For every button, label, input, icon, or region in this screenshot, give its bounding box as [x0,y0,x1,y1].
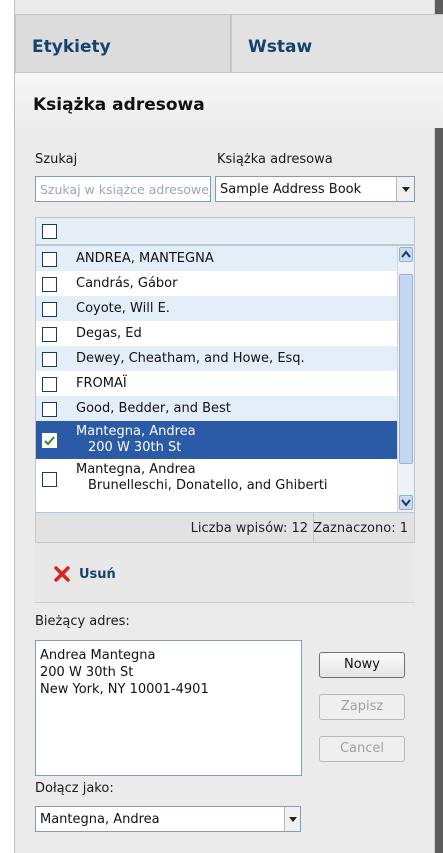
select-all-checkbox[interactable] [42,224,57,239]
contact-list[interactable]: ANDREA, MANTEGNA Candrás, Gábor Coyote, … [35,245,415,513]
list-status-bar: Liczba wpisów: 12 Zaznaczono: 1 [35,513,415,543]
row-checkbox[interactable] [42,352,57,367]
row-checkbox[interactable] [42,252,57,267]
contact-name: Degas, Ed [76,326,142,341]
contact-address: Brunelleschi, Donatello, and Ghiberti [88,478,328,493]
contact-name: Mantegna, Andrea [76,424,196,439]
attach-as-select[interactable]: Mantegna, Andrea [35,806,301,832]
list-item[interactable]: Coyote, Will E. [36,296,400,321]
new-button[interactable]: Nowy [319,652,405,678]
chevron-down-icon [401,499,411,507]
contact-name: Coyote, Will E. [76,301,170,316]
tab-etykiety[interactable]: Etykiety [15,14,231,72]
checkmark-icon [44,436,55,446]
panel-title: Książka adresowa [15,72,443,128]
chevron-up-icon [401,250,411,258]
attach-as-label: Dołącz jako: [35,781,114,796]
current-address-label: Bieżący adres: [35,614,130,629]
list-item[interactable]: Candrás, Gábor [36,271,400,296]
row-checkbox[interactable] [42,302,57,317]
chevron-down-icon[interactable] [284,807,300,831]
selected-count: Zaznaczono: 1 [313,521,408,536]
list-item[interactable]: FROMAÏ [36,371,400,396]
cancel-button[interactable]: Cancel [319,736,405,762]
search-label: Szukaj [35,152,78,167]
contact-name: Candrás, Gábor [76,276,178,291]
contact-name: Good, Bedder, and Best [76,401,231,416]
list-item[interactable]: Dewey, Cheatham, and Howe, Esq. [36,346,400,371]
attach-as-selected: Mantegna, Andrea [40,812,160,827]
scroll-down-button[interactable] [399,495,413,510]
row-checkbox[interactable] [42,277,57,292]
list-scrollbar[interactable] [397,246,414,512]
row-checkbox-checked[interactable] [42,433,57,448]
row-checkbox[interactable] [42,402,57,417]
save-button[interactable]: Zapisz [319,694,405,720]
list-item[interactable]: ANDREA, MANTEGNA [36,246,400,271]
current-address-field[interactable]: Andrea Mantegna 200 W 30th St New York, … [35,640,302,776]
row-checkbox[interactable] [42,472,57,487]
address-book-selected: Sample Address Book [220,182,362,197]
list-item-selected[interactable]: Mantegna, Andrea 200 W 30th St [36,421,400,459]
list-item[interactable]: Mantegna, Andrea Brunelleschi, Donatello… [36,459,400,512]
contact-name: Dewey, Cheatham, and Howe, Esq. [76,351,305,366]
entry-count: Liczba wpisów: 12 [190,521,308,536]
search-input[interactable]: Szukaj w książce adresowej [35,176,211,202]
scroll-up-button[interactable] [399,247,413,262]
address-book-select[interactable]: Sample Address Book [215,176,415,202]
row-checkbox[interactable] [42,327,57,342]
window: Etykiety Wstaw Książka adresowa Szukaj K… [0,0,443,853]
contact-name: Mantegna, Andrea [76,462,196,477]
scroll-thumb[interactable] [399,274,413,464]
row-checkbox[interactable] [42,377,57,392]
contact-name: FROMAÏ [76,376,127,391]
list-header [35,217,415,245]
address-book-label: Książka adresowa [217,152,333,167]
chevron-down-icon[interactable] [396,177,414,201]
list-item[interactable]: Good, Bedder, and Best [36,396,400,421]
delete-toolbar: Usuń [35,543,415,603]
delete-button[interactable]: Usuń [79,567,116,582]
contact-name: ANDREA, MANTEGNA [76,251,214,266]
list-item[interactable]: Degas, Ed [36,321,400,346]
task-pane: Etykiety Wstaw Książka adresowa Szukaj K… [14,0,443,853]
tab-wstaw[interactable]: Wstaw [231,14,443,72]
delete-icon[interactable] [53,565,71,583]
contact-address: 200 W 30th St [88,440,182,455]
